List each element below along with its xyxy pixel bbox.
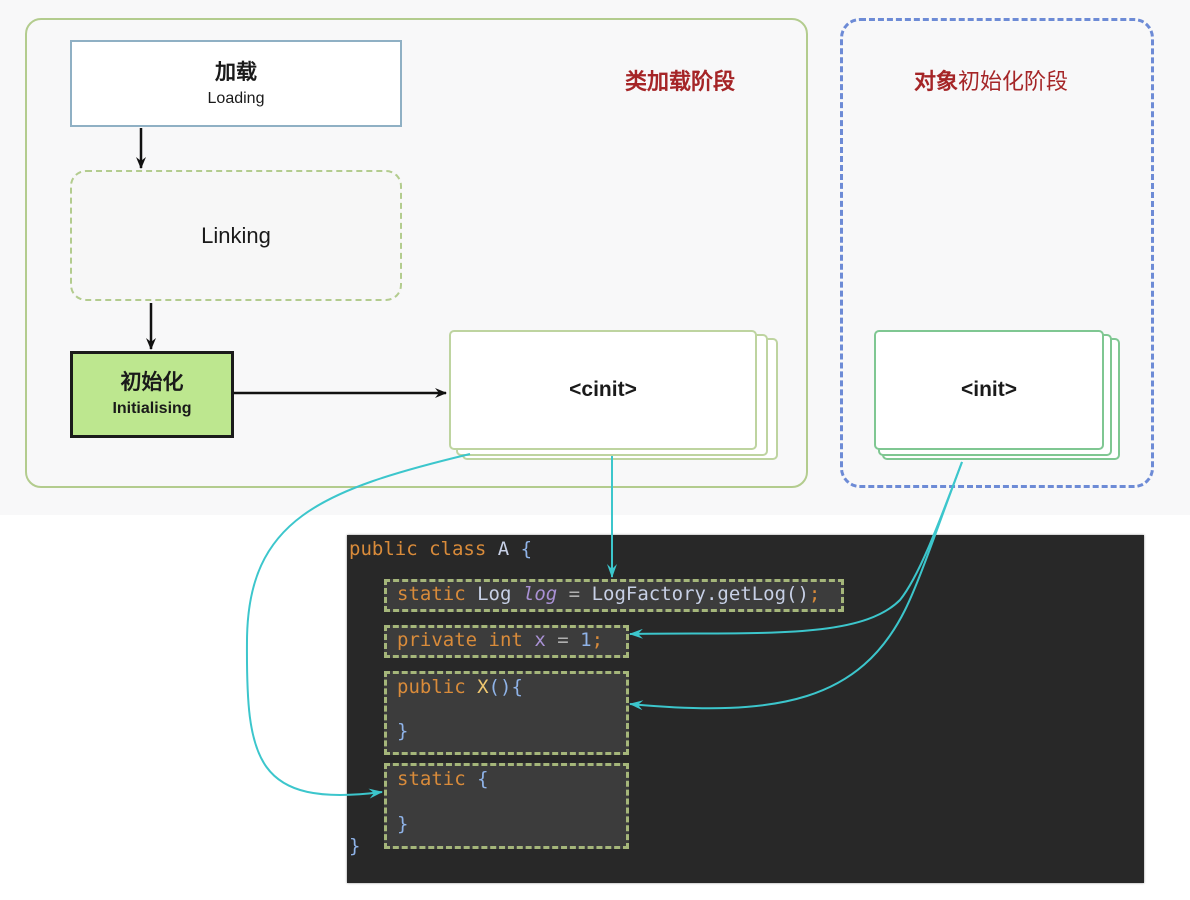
- code-line-static-close: }: [397, 813, 408, 835]
- loading-step-zh: 加载: [215, 61, 257, 84]
- linking-step-box: Linking: [70, 170, 402, 301]
- object-init-title-rest: 初始化阶段: [958, 69, 1069, 94]
- code-token: static: [397, 583, 466, 605]
- cinit-method-card: <cinit>: [449, 330, 757, 450]
- linking-step-label: Linking: [201, 222, 271, 248]
- code-token: }: [349, 835, 361, 857]
- code-token: Log: [477, 583, 512, 605]
- code-line-static-open: static {: [397, 768, 489, 790]
- initialising-step-zh: 初始化: [120, 371, 184, 394]
- code-token: LogFactory.getLog(): [591, 583, 809, 605]
- class-loading-phase-title: 类加载阶段: [625, 64, 735, 96]
- code-token: {: [520, 538, 533, 560]
- code-token: =: [568, 583, 581, 605]
- cinit-method-label: <cinit>: [569, 378, 637, 401]
- code-token: log: [522, 583, 558, 605]
- code-line-class-close: }: [349, 835, 360, 857]
- loading-step-en: Loading: [207, 90, 265, 107]
- code-token: }: [397, 813, 409, 835]
- code-token: int: [488, 629, 523, 651]
- code-token: {: [477, 768, 489, 790]
- object-init-title-bold: 对象: [914, 69, 959, 94]
- code-token: public: [349, 538, 418, 560]
- code-token: {: [511, 676, 523, 698]
- initialising-step-en: Initialising: [112, 400, 192, 417]
- class-loading-phase-title-text: 类加载阶段: [625, 69, 736, 94]
- code-token: 1: [580, 629, 592, 651]
- object-init-phase-title: 对象初始化阶段: [914, 64, 1068, 96]
- code-token: class: [429, 538, 487, 560]
- code-token: private: [397, 629, 478, 651]
- code-token: public: [397, 676, 466, 698]
- code-line-constructor-close: }: [397, 720, 408, 742]
- code-token: ;: [591, 629, 604, 651]
- code-token: (): [488, 676, 512, 698]
- initialising-step-box: 初始化 Initialising: [70, 351, 234, 438]
- code-token: =: [557, 629, 569, 651]
- code-line-class-decl: public class A {: [349, 538, 532, 560]
- code-line-instance-field: private int x = 1;: [397, 629, 603, 651]
- code-token: ;: [808, 583, 821, 605]
- code-token: A: [497, 538, 510, 560]
- code-line-constructor-open: public X(){: [397, 676, 523, 698]
- code-token: static: [397, 768, 466, 790]
- code-token: X: [477, 676, 489, 698]
- code-line-static-field: static Log log = LogFactory.getLog();: [397, 583, 820, 605]
- init-method-label: <init>: [960, 378, 1018, 401]
- loading-step-box: 加载 Loading: [70, 40, 402, 127]
- code-panel: public class A { static Log log = LogFac…: [347, 535, 1144, 883]
- code-token: }: [397, 720, 409, 742]
- init-method-card: <init>: [874, 330, 1104, 450]
- code-token: x: [534, 629, 546, 651]
